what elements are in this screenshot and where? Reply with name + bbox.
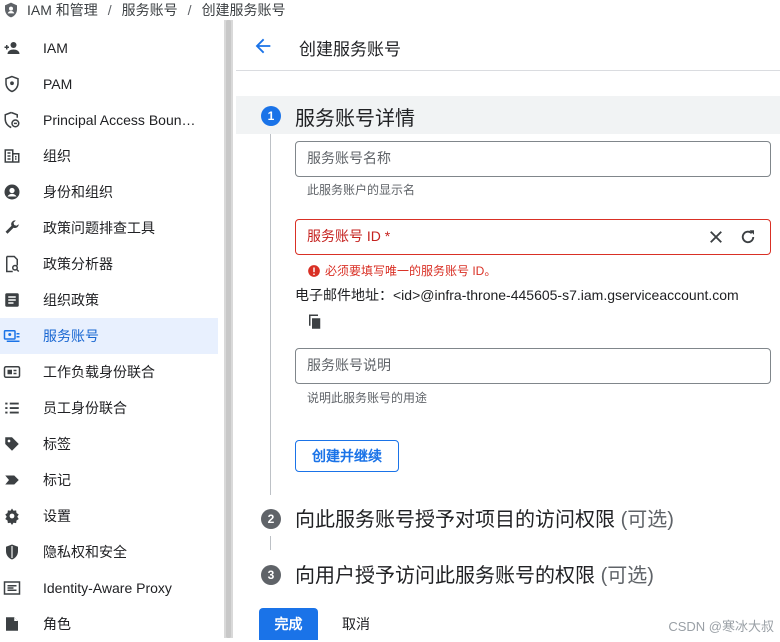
sidebar-item-label: Principal Access Boun…: [43, 112, 196, 128]
sidebar-item-principal-access-boundary[interactable]: Principal Access Boun…: [0, 102, 218, 138]
account-circle-icon: [4, 184, 20, 200]
sidebar-item-label: 服务账号: [43, 328, 99, 344]
sidebar-item-workforce-identity[interactable]: 员工身份联合: [0, 390, 218, 426]
sidebar: IAM PAM Principal Access Boun… 组织 身份和组织 …: [0, 20, 224, 638]
create-and-continue-button[interactable]: 创建并继续: [295, 440, 399, 472]
document-search-icon: [6, 255, 20, 273]
label-icon: [5, 475, 19, 485]
step3-number-badge: 3: [261, 565, 281, 585]
article-icon: [5, 293, 19, 307]
wrench-icon: [5, 220, 19, 234]
sidebar-item-label: IAM: [43, 40, 68, 56]
sidebar-item-roles[interactable]: 角色: [0, 606, 218, 642]
roles-icon: [6, 617, 18, 631]
breadcrumb: IAM 和管理 / 服务账号 / 创建服务账号: [0, 0, 780, 20]
step3-title[interactable]: 向用户授予访问此服务账号的权限 (可选): [295, 559, 654, 588]
sidebar-item-labels[interactable]: 标记: [0, 462, 218, 498]
description-hint: 说明此服务账号的用途: [307, 391, 428, 405]
sidebar-item-label: 工作负载身份联合: [43, 364, 155, 380]
iam-shield-icon: [5, 2, 17, 18]
step-connector-line: [270, 134, 271, 495]
refresh-icon[interactable]: [739, 228, 757, 246]
back-arrow-icon[interactable]: [252, 35, 274, 57]
id-card-icon: [3, 366, 21, 378]
error-icon: [308, 264, 320, 277]
sidebar-item-label: 政策问题排查工具: [43, 220, 155, 236]
sidebar-item-label: 标记: [43, 472, 71, 488]
service-account-name-input[interactable]: [296, 142, 687, 174]
sidebar-item-policy-troubleshooter[interactable]: 政策问题排查工具: [0, 210, 218, 246]
service-account-description-input[interactable]: [296, 349, 687, 381]
sidebar-item-org-policies[interactable]: 组织政策: [0, 282, 218, 318]
step-connector-line: [270, 536, 271, 550]
page-header: 创建服务账号: [236, 20, 780, 71]
clear-icon[interactable]: [707, 228, 725, 246]
step2-number-badge: 2: [261, 509, 281, 529]
service-account-icon: [3, 330, 20, 342]
service-account-description-field[interactable]: [295, 348, 771, 384]
organization-icon: [4, 149, 20, 163]
service-account-id-field[interactable]: [295, 219, 771, 255]
sidebar-item-iap[interactable]: Identity-Aware Proxy: [0, 570, 218, 606]
sidebar-item-label: PAM: [43, 76, 73, 92]
sidebar-item-settings[interactable]: 设置: [0, 498, 218, 534]
step2-title-text: 向此服务账号授予对项目的访问权限: [295, 509, 615, 531]
breadcrumb-item-iam[interactable]: IAM 和管理: [27, 0, 98, 20]
service-account-name-field[interactable]: [295, 141, 771, 177]
person-add-icon: [4, 42, 20, 54]
sidebar-item-label: 员工身份联合: [43, 400, 127, 416]
sidebar-scrollbar-thumb[interactable]: [226, 20, 231, 638]
step3-title-text: 向用户授予访问此服务账号的权限: [295, 565, 595, 587]
tag-icon: [5, 437, 19, 451]
sidebar-item-label: 隐私权和安全: [43, 544, 127, 560]
email-address: 电子邮件地址：<id>@infra-throne-445605-s7.iam.g…: [295, 287, 739, 303]
step1-number-badge: 1: [261, 106, 281, 126]
sidebar-item-label: 角色: [43, 616, 71, 632]
step2-title[interactable]: 向此服务账号授予对项目的访问权限 (可选): [295, 503, 674, 532]
sidebar-item-label: 组织: [43, 148, 71, 164]
list-icon: [5, 402, 19, 414]
breadcrumb-separator: /: [187, 2, 192, 18]
id-error-message: 必须要填写唯一的服务账号 ID。: [307, 262, 496, 279]
sidebar-item-identity-org[interactable]: 身份和组织: [0, 174, 218, 210]
breadcrumb-item-service-accounts[interactable]: 服务账号: [122, 0, 178, 20]
name-hint: 此服务账户的显示名: [307, 183, 416, 197]
policy-shield-icon: [4, 111, 20, 129]
sidebar-item-label: Identity-Aware Proxy: [43, 580, 172, 596]
sidebar-item-pam[interactable]: PAM: [0, 66, 218, 102]
page-title: 创建服务账号: [299, 40, 401, 59]
step1-title: 服务账号详情: [295, 108, 415, 130]
done-button[interactable]: 完成: [259, 608, 318, 640]
privacy-shield-icon: [6, 544, 18, 560]
sidebar-item-label: 标签: [43, 436, 71, 452]
breadcrumb-item-create: 创建服务账号: [201, 2, 286, 18]
sidebar-item-policy-analyzer[interactable]: 政策分析器: [0, 246, 218, 282]
gear-icon: [5, 508, 19, 525]
cancel-button[interactable]: 取消: [328, 608, 384, 640]
sidebar-item-iam[interactable]: IAM: [0, 30, 218, 66]
service-account-id-input[interactable]: [296, 220, 687, 252]
copy-icon[interactable]: [306, 313, 324, 331]
watermark: CSDN @寒冰大叔: [668, 619, 774, 634]
sidebar-item-workload-identity[interactable]: 工作负载身份联合: [0, 354, 218, 390]
sidebar-item-tags[interactable]: 标签: [0, 426, 218, 462]
sidebar-item-privacy-security[interactable]: 隐私权和安全: [0, 534, 218, 570]
shield-icon: [5, 75, 19, 93]
sidebar-item-service-accounts[interactable]: 服务账号: [0, 318, 218, 354]
step2-optional: (可选): [620, 509, 674, 531]
step3-optional: (可选): [600, 565, 654, 587]
breadcrumb-separator: /: [107, 2, 112, 18]
sidebar-item-label: 设置: [43, 508, 71, 524]
sidebar-item-label: 身份和组织: [43, 184, 113, 200]
sidebar-item-organization[interactable]: 组织: [0, 138, 218, 174]
proxy-icon: [3, 581, 21, 595]
sidebar-item-label: 组织政策: [43, 292, 99, 308]
sidebar-item-label: 政策分析器: [43, 256, 113, 272]
id-error-text: 必须要填写唯一的服务账号 ID。: [325, 264, 497, 278]
